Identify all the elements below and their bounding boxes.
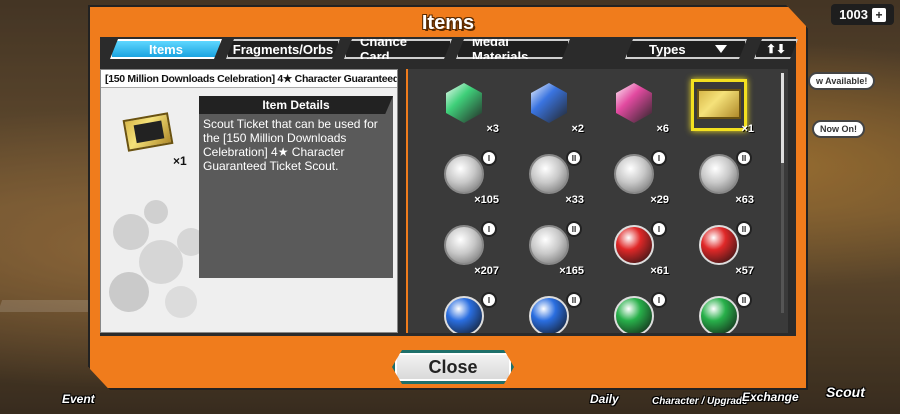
item-detail-panel: [150 Million Downloads Celebration] 4★ C… [100, 69, 398, 333]
rank-badge: II [566, 292, 582, 308]
item-quantity: ×57 [735, 265, 754, 277]
tab-items[interactable]: Items [110, 39, 222, 59]
upgrade-button[interactable]: Character / Upgrade [652, 396, 748, 407]
coin-fist-icon [444, 154, 484, 194]
item-cell[interactable]: ×6 [592, 79, 677, 150]
item-cell[interactable]: ×1 [677, 79, 762, 150]
coins-decoration-icon [109, 200, 205, 318]
green-orb-icon [614, 296, 654, 333]
item-quantity: ×3 [486, 123, 499, 135]
rank-badge: II [566, 150, 582, 166]
types-dropdown[interactable]: Types [625, 39, 747, 59]
item-cell[interactable]: I [592, 292, 677, 333]
ticket-blue-icon [531, 83, 567, 123]
item-count: ×1 [173, 154, 187, 168]
celebration-ticket-icon [697, 89, 741, 119]
sort-arrows-icon: ⬆⬇ [765, 42, 787, 56]
rank-badge: II [566, 221, 582, 237]
item-cell[interactable]: I ×29 [592, 150, 677, 221]
red-orb-icon [614, 225, 654, 265]
item-cell[interactable]: I ×207 [422, 221, 507, 292]
item-quantity: ×29 [650, 194, 669, 206]
item-quantity: ×61 [650, 265, 669, 277]
items-modal: Items Items Fragments/Orbs Chance Card M… [88, 5, 808, 390]
available-badge: w Available! [808, 72, 876, 90]
now-on-badge: Now On! [812, 120, 865, 138]
item-cell[interactable]: ×2 [507, 79, 592, 150]
rank-badge: I [481, 150, 497, 166]
rank-badge: I [481, 292, 497, 308]
item-cell[interactable]: II ×63 [677, 150, 762, 221]
item-cell[interactable]: ×3 [422, 79, 507, 150]
item-cell[interactable]: I ×61 [592, 221, 677, 292]
green-orb-icon [699, 296, 739, 333]
item-name: [150 Million Downloads Celebration] 4★ C… [101, 70, 397, 88]
item-cell[interactable]: I ×105 [422, 150, 507, 221]
currency-value: 1003 [839, 7, 868, 22]
rank-badge: I [481, 221, 497, 237]
tab-fragments-orbs[interactable]: Fragments/Orbs [226, 39, 340, 59]
types-label: Types [649, 41, 686, 57]
sort-button[interactable]: ⬆⬇ [754, 39, 798, 59]
event-button[interactable]: Event [62, 392, 95, 406]
scrollbar-thumb[interactable] [781, 73, 784, 163]
item-cell[interactable]: II [677, 292, 762, 333]
item-quantity: ×63 [735, 194, 754, 206]
currency-counter[interactable]: 1003 + [831, 4, 894, 25]
item-cell[interactable]: II ×57 [677, 221, 762, 292]
coin-arm-icon [529, 225, 569, 265]
item-description: Scout Ticket that can be used for the [1… [203, 117, 378, 173]
blue-orb-icon [529, 296, 569, 333]
item-quantity: ×33 [565, 194, 584, 206]
modal-title: Items [421, 12, 475, 34]
item-quantity: ×6 [656, 123, 669, 135]
blue-orb-icon [444, 296, 484, 333]
item-details-box: Item Details Scout Ticket that can be us… [199, 96, 393, 278]
rank-badge: I [651, 150, 667, 166]
item-cell[interactable]: II ×33 [507, 150, 592, 221]
ticket-pink-icon [616, 83, 652, 123]
item-quantity: ×105 [474, 194, 499, 206]
item-grid: ×3 ×2 ×6 ×1 I ×105 II ×33 I ×29 II ×63 I ×207 II ×165 I ×… [422, 79, 762, 333]
item-cell[interactable]: II [507, 292, 592, 333]
daily-button[interactable]: Daily [590, 392, 619, 406]
item-quantity: ×1 [741, 123, 754, 135]
coin-arm-icon [444, 225, 484, 265]
ticket-100-icon [446, 83, 482, 123]
tab-bar: Items Fragments/Orbs Chance Card Medal M… [110, 39, 570, 61]
celebration-ticket-icon [122, 112, 174, 152]
rank-badge: II [736, 292, 752, 308]
item-cell[interactable]: I [422, 292, 507, 333]
item-quantity: ×207 [474, 265, 499, 277]
modal-content: Items Fragments/Orbs Chance Card Medal M… [100, 37, 796, 336]
coin-fist-icon [529, 154, 569, 194]
rank-badge: II [736, 150, 752, 166]
coin-shield-icon [614, 154, 654, 194]
scout-button[interactable]: Scout [826, 384, 865, 400]
exchange-button[interactable]: Exchange [742, 390, 799, 404]
item-grid-panel[interactable]: ×3 ×2 ×6 ×1 I ×105 II ×33 I ×29 II ×63 I ×207 II ×165 I ×… [406, 69, 788, 333]
rank-badge: II [736, 221, 752, 237]
red-orb-icon [699, 225, 739, 265]
close-label: Close [428, 356, 478, 377]
tab-chance-card[interactable]: Chance Card [344, 39, 452, 59]
item-details-heading: Item Details [199, 96, 393, 114]
rank-badge: I [651, 221, 667, 237]
item-quantity: ×165 [559, 265, 584, 277]
close-button[interactable]: Close [392, 350, 514, 384]
tab-medal-materials[interactable]: Medal Materials [456, 39, 570, 59]
item-cell[interactable]: II ×165 [507, 221, 592, 292]
add-currency-icon[interactable]: + [872, 7, 886, 22]
rank-badge: I [651, 292, 667, 308]
item-quantity: ×2 [571, 123, 584, 135]
chevron-down-icon [715, 45, 727, 53]
coin-shield-icon [699, 154, 739, 194]
